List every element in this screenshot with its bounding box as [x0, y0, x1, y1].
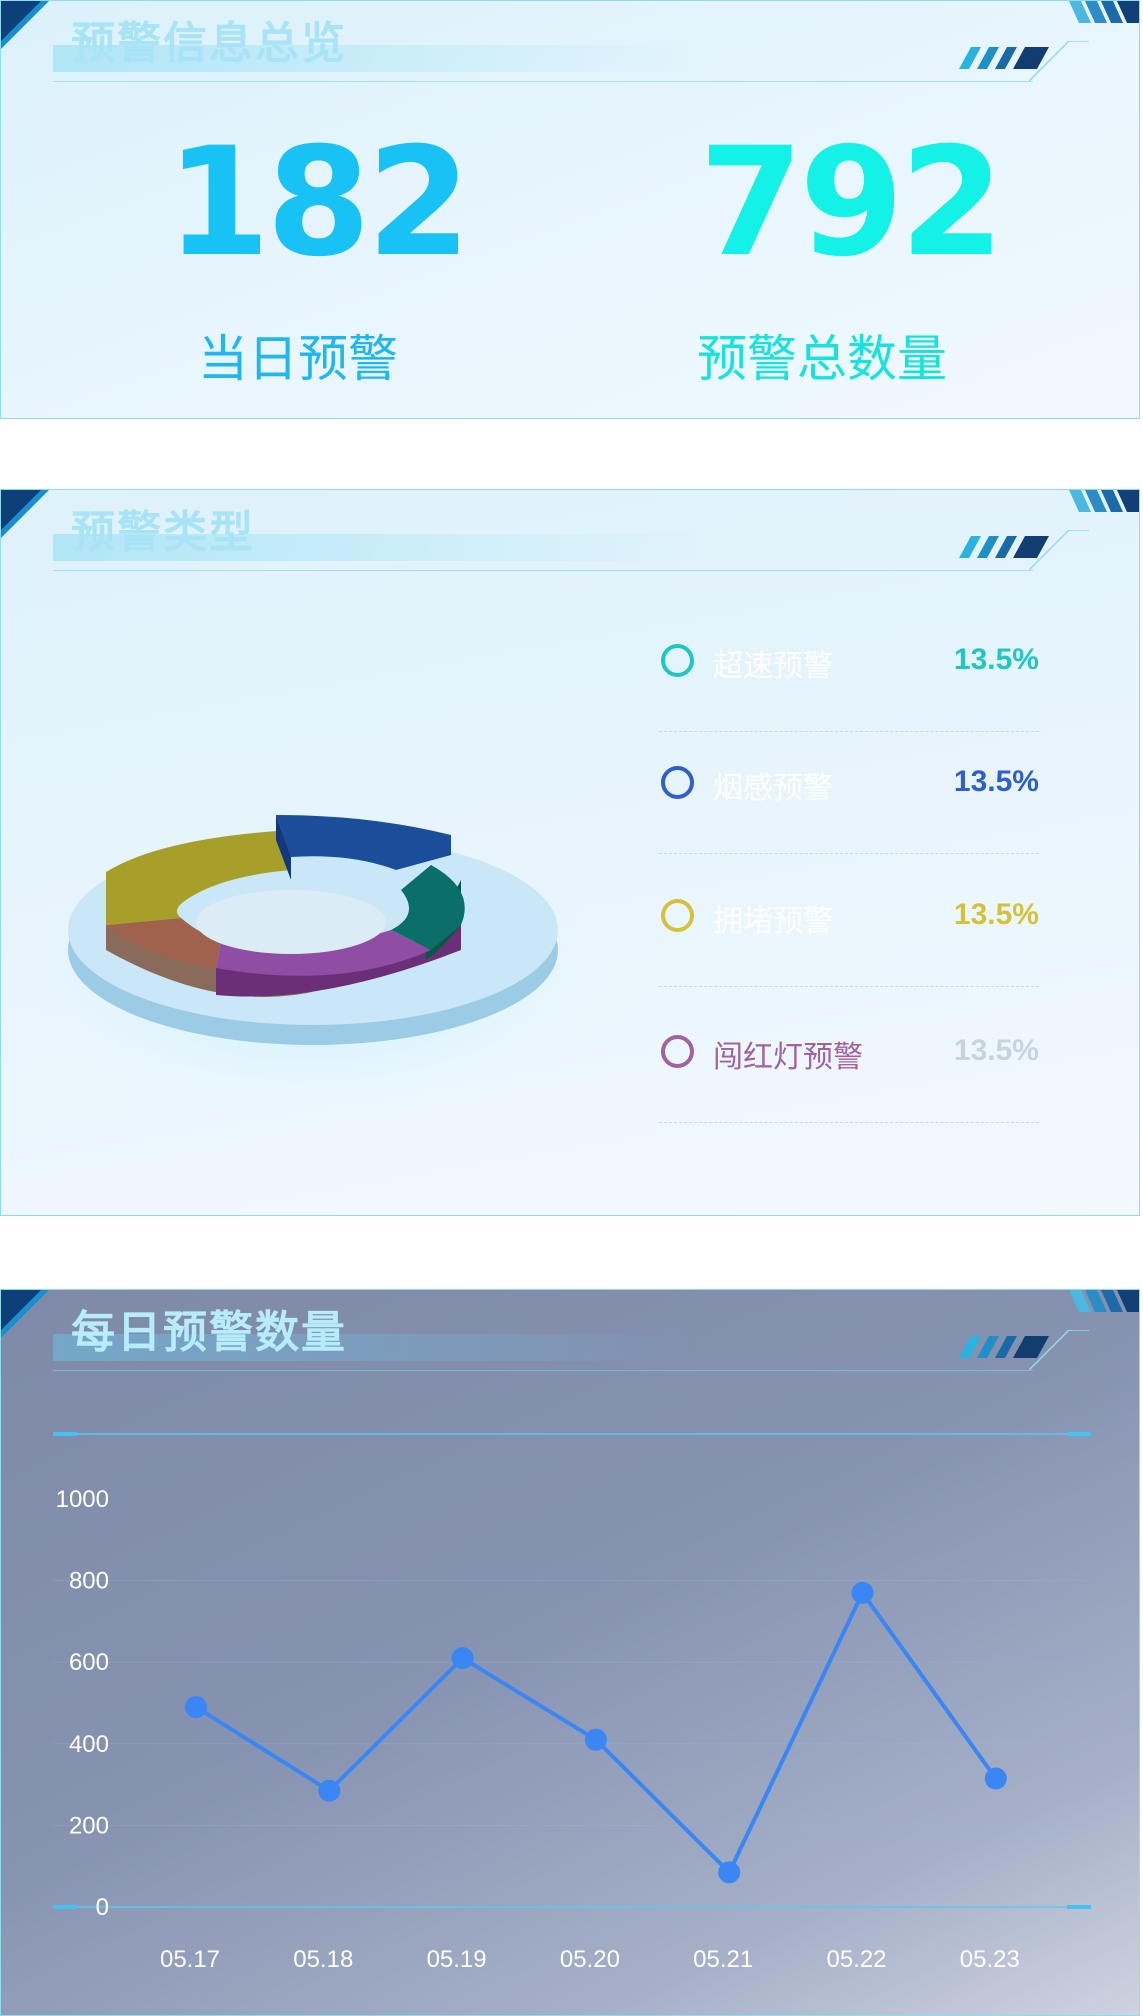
x-tick-label: 05.20	[560, 1946, 620, 1973]
corner-stripes	[1069, 1, 1139, 23]
today-alert-label: 当日预警	[198, 330, 398, 388]
x-tick-label: 05.23	[960, 1946, 1020, 1973]
x-tick-label: 05.21	[693, 1946, 753, 1973]
data-point[interactable]	[451, 1647, 474, 1670]
data-point[interactable]	[984, 1767, 1007, 1790]
y-tick-label: 200	[69, 1812, 109, 1839]
y-tick-label: 600	[69, 1649, 109, 1676]
header-stripes	[959, 47, 1049, 69]
header-stripes	[959, 536, 1049, 558]
legend-item: 拥堵预警 13.5%	[659, 864, 1039, 987]
header-line	[53, 570, 1033, 571]
x-tick-label: 05.19	[427, 1946, 487, 1973]
legend-ring-icon	[661, 766, 694, 799]
y-tick-label: 800	[69, 1568, 109, 1595]
y-tick-label: 1000	[56, 1486, 109, 1513]
donut-hole	[196, 890, 386, 954]
data-point[interactable]	[185, 1696, 207, 1719]
legend-item: 烟感预警 13.5%	[659, 731, 1039, 854]
panel-title: 预警类型	[71, 507, 255, 558]
y-tick-label: 400	[69, 1731, 109, 1758]
x-tick-label: 05.18	[293, 1946, 353, 1973]
overview-panel: 预警信息总览 182 当日预警 792 预警总数量	[0, 0, 1140, 419]
data-point[interactable]	[584, 1728, 607, 1751]
daily-line-chart: 1000 800 600 400 200 0 05.17 05.18 05.19 05.20 05…	[53, 1432, 1091, 1973]
corner-stripes	[1069, 490, 1139, 512]
legend-ring-icon	[661, 899, 694, 932]
data-point[interactable]	[718, 1861, 741, 1884]
donut-chart	[26, 815, 601, 1112]
x-tick-label: 05.17	[160, 1946, 220, 1973]
total-alert-label: 预警总数量	[697, 330, 947, 388]
legend-percent: 13.5%	[953, 1034, 1039, 1067]
legend-label: 闯红灯预警	[713, 1040, 863, 1075]
y-tick-label: 0	[96, 1894, 109, 1921]
panel-title: 预警信息总览	[71, 18, 347, 69]
daily-alerts-panel: 每日预警数量 1000 800 600 400 200 0 05.17 05.18 05.19…	[0, 1289, 1140, 2016]
corner-decoration	[1, 490, 49, 538]
legend-ring-icon	[661, 1035, 694, 1068]
legend-percent: 13.5%	[953, 898, 1039, 931]
alert-types-panel: 预警类型 超速预警 13.5% 烟感预警 13.5% 拥堵预警 13.5% 闯红…	[0, 489, 1140, 1216]
legend-label: 拥堵预警	[713, 904, 833, 939]
legend-label: 烟感预警	[713, 771, 833, 806]
legend-item: 超速预警 13.5%	[659, 609, 1039, 732]
legend-ring-icon	[661, 644, 694, 677]
data-point[interactable]	[851, 1581, 874, 1604]
legend-item: 闯红灯预警 13.5%	[659, 1000, 1039, 1123]
data-point[interactable]	[318, 1779, 341, 1802]
legend-percent: 13.5%	[953, 765, 1039, 798]
legend-percent: 13.5%	[953, 643, 1039, 676]
header-line	[53, 81, 1033, 82]
total-alert-count: 792	[699, 116, 1004, 290]
corner-decoration	[1, 1, 49, 49]
today-alert-count: 182	[166, 116, 471, 290]
x-tick-label: 05.22	[826, 1946, 886, 1973]
legend-label: 超速预警	[713, 649, 833, 684]
